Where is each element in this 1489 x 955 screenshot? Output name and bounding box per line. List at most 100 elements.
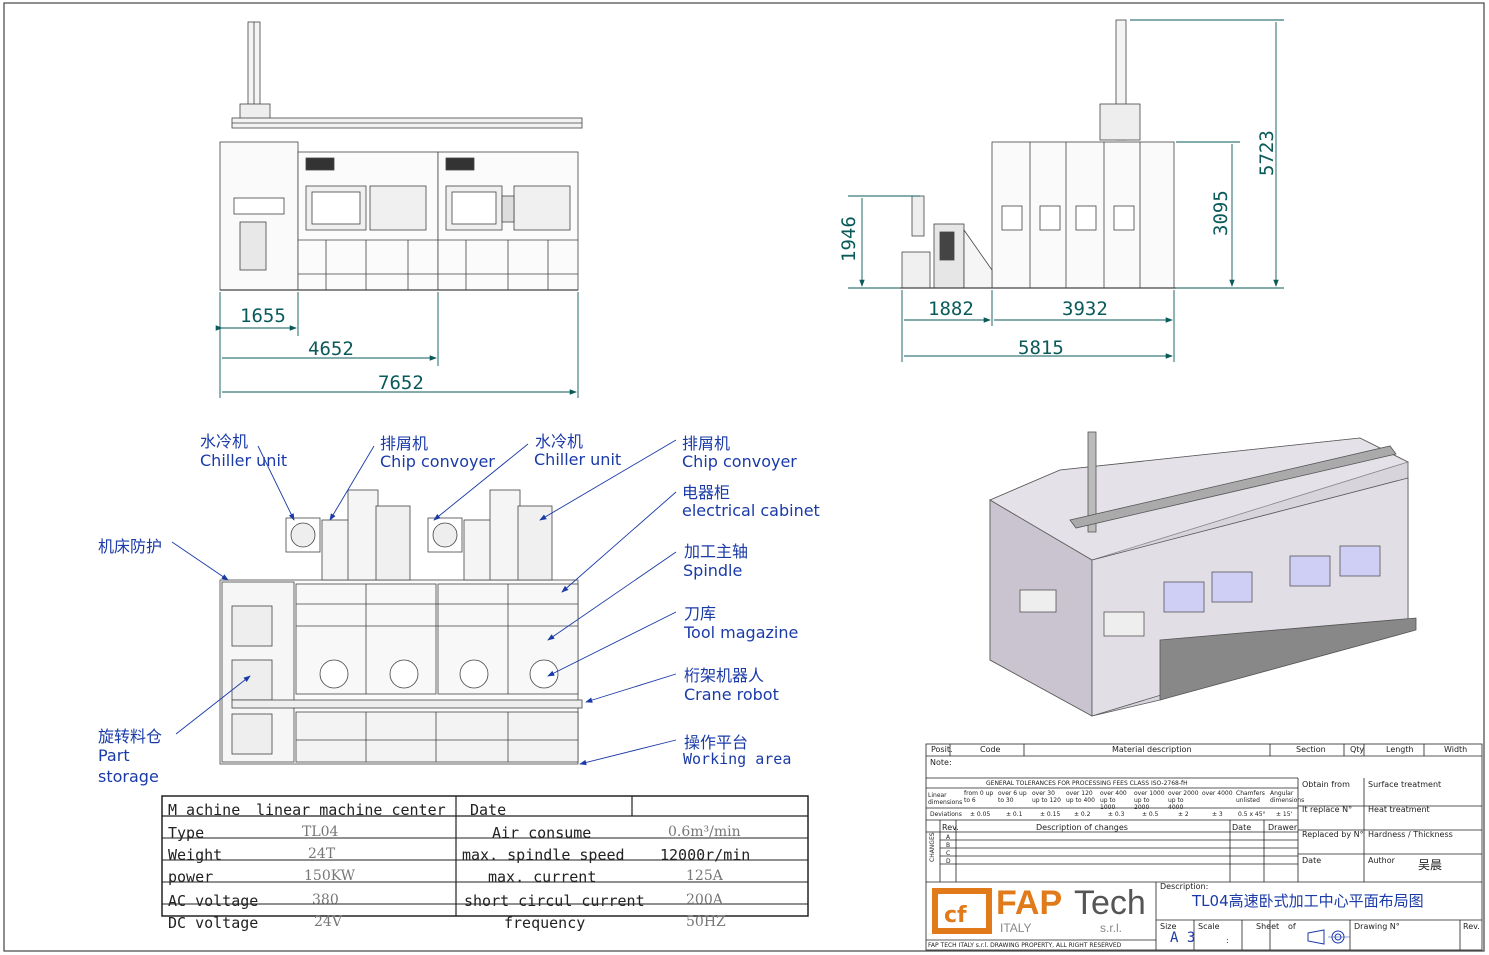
tb-section: Section [1296,745,1326,754]
spec-r1-c2: linear machine center [256,801,446,819]
label-chiller2-cn: 水冷机 [535,432,584,451]
tb-range-0: from 0 up to 6 [964,790,994,804]
spec-r1-c1: M achine [168,801,241,819]
label-part-cn: 旋转料仓 [98,727,163,746]
plan-view [219,489,583,765]
tb-date2: Date [1232,823,1252,832]
label-conv2-cn: 排屑机 [682,434,731,453]
spec-r1-c3: Date [470,801,507,819]
spec-r3-c1: Weight [168,846,223,864]
tb-replace: It replace N° [1302,805,1353,814]
label-spindle-en: Spindle [683,561,743,580]
svg-text:cf: cf [944,903,967,928]
drawing-sheet: 1655 4652 7652 1882 3932 5815 1946 3095 … [0,0,1489,955]
spec-r5-c4: 200A [686,892,723,908]
tb-note: Note: [930,758,952,767]
tb-rev-a: A [946,834,951,841]
dim-1946: 1946 [838,216,860,262]
tb-author: Author [1368,856,1395,865]
tb-qty: Qty [1350,745,1365,754]
label-conv1-en: Chip convoyer [380,452,495,471]
tb-sheet-label: Sheet [1256,922,1280,931]
spec-r5-c2: 380 [312,892,339,908]
tb-obtain: Obtain from [1302,780,1350,789]
tb-linear: Linear dimensions [928,792,963,806]
tb-rev-d: D [946,858,951,865]
tb-replaced: Replaced by N° [1302,830,1364,839]
tb-tolerance-title: GENERAL TOLERANCES FOR PROCESSING FEES C… [986,780,1188,787]
tb-range-6: over 2000 up to 4000 [1168,790,1199,811]
label-robot-en: Crane robot [684,685,779,704]
tb-angular: Angular dimensions [1270,790,1305,804]
tb-length: Length [1386,745,1414,754]
projection-symbol-icon [1307,929,1350,945]
logo-italy: ITALY [1000,921,1032,935]
tb-changes: CHANGES [929,832,936,862]
tb-desc-changes: Description of changes [1036,823,1128,832]
tb-surface: Surface treatment [1368,780,1442,789]
tb-of-label: of [1288,922,1296,931]
label-conv1-cn: 排屑机 [380,434,429,453]
logo-tech: Tech [1074,884,1146,922]
dim-3932: 3932 [1062,298,1108,320]
spec-r5-c1: AC voltage [168,892,259,910]
label-part-en2: storage [98,767,159,786]
tb-dev-0: ± 0.05 [970,811,991,818]
tb-range-1: over 6 up to 30 [998,790,1027,804]
label-spindle-cn: 加工主轴 [684,542,749,561]
label-tool-en: Tool magazine [684,623,799,642]
label-chiller1-cn: 水冷机 [200,432,249,451]
label-chiller1-en: Chiller unit [200,451,288,470]
label-conv2-en: Chip convoyer [682,452,797,471]
tb-chamfers: Chamfers unlisted [1236,790,1265,804]
spec-r3-c2: 24T [308,846,336,862]
tb-dev-2: ± 0.15 [1040,811,1061,818]
tb-posit: Posit. [931,745,953,754]
tb-scale-val: : [1226,936,1229,945]
tb-code: Code [980,745,1001,754]
spec-r4-c4: 125A [686,868,723,884]
tb-drawing-label: Drawing N° [1354,922,1400,931]
tb-material: Material description [1112,745,1192,754]
spec-r4-c2: 150KW [304,868,356,884]
tb-dev-7: ± 3 [1212,811,1223,818]
dim-1882: 1882 [928,298,974,320]
spec-r4-c3: max. current [488,868,597,886]
dim-4652: 4652 [308,338,354,360]
spec-r5-c3: short circul current [464,892,645,910]
spec-r6-c2: 24V [314,914,342,930]
tb-description: TL04高速卧式加工中心平面布局图 [1192,892,1424,910]
logo-fap: FAP [996,884,1063,922]
label-chiller2-en: Chiller unit [534,450,622,469]
tb-range-3: over 120 up to 400 [1066,790,1095,804]
tb-rev-b: B [946,842,951,849]
tb-range-7: over 4000 [1202,790,1233,797]
dim-7652: 7652 [378,372,424,394]
spec-r6-c4: 50HZ [686,914,726,930]
isometric-view [989,431,1417,717]
tb-dev-4: ± 0.3 [1108,811,1125,818]
spec-r2-c2: TL04 [302,824,339,840]
spec-r2-c1: Type [168,824,205,842]
dim-5723: 5723 [1256,130,1278,176]
tb-chamfer-val: 0.5 x 45° [1238,811,1266,818]
spec-r6-c3: frequency [504,914,586,932]
tb-range-5: over 1000 up to 2000 [1134,790,1165,811]
spec-r2-c3: Air consume [492,824,592,842]
logo-srl: s.r.l. [1100,921,1123,935]
label-cabinet-cn: 电器柜 [682,483,731,502]
tb-dev-6: ± 2 [1178,811,1189,818]
tb-rev2: Rev. [1463,922,1480,931]
label-part-en1: Part [98,746,130,765]
tb-scale-label: Scale [1198,922,1220,931]
label-cabinet-en: electrical cabinet [682,501,820,520]
tb-dev-1: ± 0.1 [1006,811,1023,818]
tb-dev-3: ± 0.2 [1074,811,1091,818]
label-tool-cn: 刀库 [684,604,717,623]
spec-r3-c3: max. spindle speed [462,846,625,864]
tb-hardness: Hardness / Thickness [1368,830,1453,839]
tb-date: Date [1302,856,1322,865]
tb-size-val: A 3 [1170,930,1196,946]
tb-drawer: Drawer [1268,823,1298,832]
tb-rev-c: C [946,850,951,857]
